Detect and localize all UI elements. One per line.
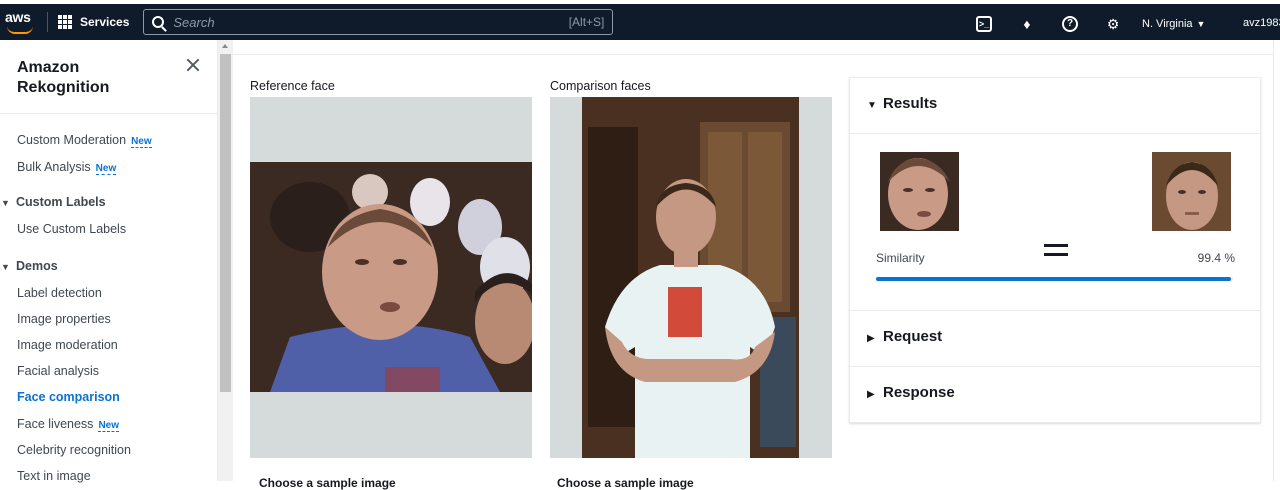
comparison-faces-label: Comparison faces: [550, 79, 651, 93]
caret-down-icon: ▼: [867, 100, 877, 111]
services-label: Services: [80, 15, 130, 29]
sidebar-section-custom-labels[interactable]: ▼ Custom Labels: [0, 195, 106, 209]
new-badge: New: [98, 420, 119, 432]
similarity-value: 99.4 %: [1197, 251, 1235, 265]
sidebar-item-label-detection[interactable]: Label detection: [17, 286, 102, 300]
notifications-bell-icon[interactable]: ♦: [1019, 16, 1035, 32]
cloudshell-icon[interactable]: >_: [976, 16, 992, 32]
search-input[interactable]: Search [Alt+S]: [143, 9, 614, 35]
similarity-progress-bar: [876, 277, 1233, 281]
comparison-image-frame[interactable]: [550, 97, 832, 458]
help-icon[interactable]: ?: [1062, 16, 1078, 32]
search-icon: [152, 16, 165, 28]
response-heading[interactable]: ▶ Response: [867, 384, 955, 401]
sidebar-section-demos[interactable]: ▼ Demos: [0, 259, 58, 273]
sidebar-scrollbar[interactable]: [218, 40, 233, 481]
new-badge: New: [95, 163, 117, 175]
services-menu-button[interactable]: Services: [58, 15, 129, 29]
comparison-face-thumbnail: [1152, 152, 1231, 231]
reference-choose-sample[interactable]: Choose a sample image: [259, 476, 396, 490]
reference-face-thumbnail: [880, 152, 959, 231]
sidebar-title: Amazon Rekognition: [17, 59, 110, 96]
search-shortcut: [Alt+S]: [568, 15, 605, 29]
caret-down-icon: ▼: [1, 262, 10, 272]
nav-icon-group: >_ ♦ ? ⚙ N. Virginia ▼: [976, 4, 1205, 44]
caret-right-icon: ▶: [867, 333, 875, 344]
request-section[interactable]: ▶ Request: [850, 311, 1260, 367]
sidebar-item-use-custom-labels[interactable]: Use Custom Labels: [17, 222, 126, 236]
settings-gear-icon[interactable]: ⚙: [1105, 16, 1121, 32]
sidebar-divider: [0, 113, 218, 114]
content-top-border: [233, 54, 1273, 55]
results-section-header[interactable]: ▼ Results: [850, 78, 1260, 134]
new-badge: New: [131, 136, 152, 148]
sidebar-item-face-comparison[interactable]: Face comparison: [17, 390, 120, 404]
close-icon[interactable]: [186, 58, 200, 72]
results-panel: ▼ Results Similarity 99.4 % ▶ Request ▶ …: [849, 77, 1261, 423]
sidebar-item-image-properties[interactable]: Image properties: [17, 312, 111, 326]
reference-face-label: Reference face: [250, 79, 335, 93]
nav-divider: [47, 12, 48, 32]
grid-icon: [58, 15, 72, 29]
scrollbar-thumb[interactable]: [220, 54, 231, 392]
caret-down-icon: ▼: [1196, 19, 1206, 29]
scroll-up-arrow-icon[interactable]: [222, 44, 228, 48]
results-body: [850, 134, 1260, 311]
sidebar-item-label: Face liveness: [17, 417, 94, 431]
search-placeholder: Search: [173, 14, 215, 30]
results-heading-label: Results: [883, 95, 938, 112]
section-heading: Demos: [16, 259, 58, 273]
caret-right-icon: ▶: [867, 389, 875, 400]
sidebar-item-label: Bulk Analysis: [17, 160, 91, 174]
top-navigation: aws Services Search [Alt+S] >_ ♦ ? ⚙ N. …: [0, 0, 1280, 40]
aws-logo[interactable]: aws: [5, 6, 41, 38]
content-right-border: [1273, 40, 1274, 481]
request-heading[interactable]: ▶ Request: [867, 328, 942, 345]
reference-image-frame[interactable]: [250, 97, 532, 458]
reference-face-image: [250, 97, 532, 458]
sidebar-item-image-moderation[interactable]: Image moderation: [17, 338, 118, 352]
equals-icon: [1044, 244, 1068, 256]
response-section[interactable]: ▶ Response: [850, 367, 1260, 423]
aws-logo-text: aws: [5, 9, 31, 25]
results-heading[interactable]: ▼ Results: [867, 95, 937, 112]
sidebar-item-facial-analysis[interactable]: Facial analysis: [17, 364, 99, 378]
sidebar-item-celebrity-recognition[interactable]: Celebrity recognition: [17, 443, 131, 457]
aws-smile-icon: [7, 26, 33, 34]
sidebar-item-label: Custom Moderation: [17, 133, 127, 147]
caret-down-icon: ▼: [1, 198, 10, 208]
sidebar: Amazon Rekognition Custom Moderation New …: [0, 40, 218, 483]
similarity-progress-fill: [876, 277, 1231, 281]
region-selector[interactable]: N. Virginia ▼: [1142, 18, 1205, 30]
similarity-label: Similarity: [876, 251, 925, 265]
comparison-choose-sample[interactable]: Choose a sample image: [557, 476, 694, 490]
request-heading-label: Request: [883, 328, 943, 345]
sidebar-item-custom-moderation[interactable]: Custom Moderation New: [17, 133, 152, 148]
section-heading: Custom Labels: [16, 195, 106, 209]
comparison-face-image: [550, 97, 832, 458]
region-label: N. Virginia: [1142, 18, 1193, 30]
sidebar-item-bulk-analysis[interactable]: Bulk Analysis New: [17, 160, 117, 175]
sidebar-item-face-liveness[interactable]: Face liveness New: [17, 417, 119, 432]
response-heading-label: Response: [883, 384, 955, 401]
account-menu[interactable]: avz1983: [1243, 17, 1280, 29]
